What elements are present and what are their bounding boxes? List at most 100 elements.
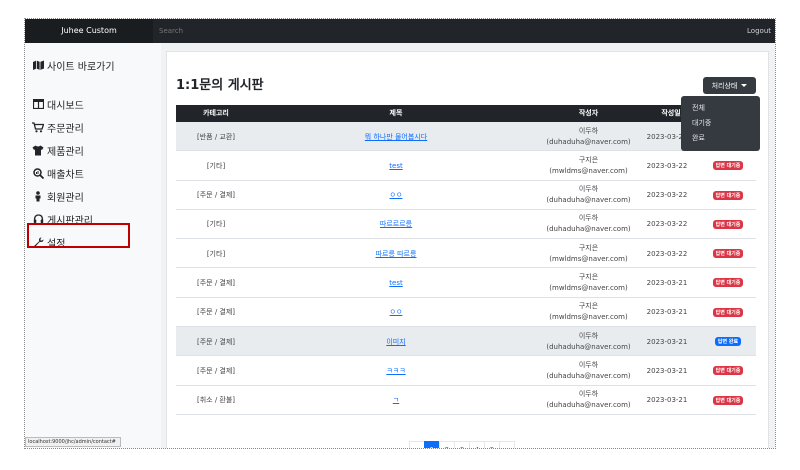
row-title: 이미지 [256,327,536,356]
category-text: [반품 / 교환] [196,132,236,141]
author-name: 이두하 [578,360,599,369]
post-title-link[interactable]: 따르릉 따르릉 [376,249,417,259]
page-5-button[interactable]: 5 [484,441,500,448]
page-3-button[interactable]: 3 [454,441,470,448]
filter-option-all[interactable]: 전체 [681,101,760,116]
table-row[interactable]: [기타] 따르르르릉 이두하 (duhaduha@naver.com) 2023-03-… [176,210,756,240]
table-row[interactable]: [기타] test 구지은 (mwldms@naver.com) 2023-03-22 답… [176,151,756,181]
row-category: [주문 / 결제] [176,356,256,385]
category-text: [기타] [206,220,226,229]
row-date: 2023-03-21 [634,298,700,327]
author-name: 구지은 [578,155,599,164]
author-name: 구지은 [578,243,599,252]
filter-option-done[interactable]: 완료 [681,131,760,146]
sidebar-item-orders[interactable]: 주문관리 [32,118,84,136]
status-badge: 답변 대기중 [712,161,744,171]
logout-link[interactable]: Logout [747,19,771,43]
table-header: 카테고리 제목 작성자 작성일 [176,105,756,122]
author-name: 이두하 [578,331,599,340]
status-filter-button[interactable]: 처리상태 [703,77,756,94]
post-title-link[interactable]: ㅇㅇ [390,307,403,317]
table-row[interactable]: [취소 / 환불] ㄱ 이두하 (duhaduha@naver.com) 2023-03… [176,386,756,415]
inquiry-table: 카테고리 제목 작성자 작성일 [반품 / 교환] 뭐 하나만 물어봅시다 이두하(… [176,105,756,415]
sidebar-item-site-link[interactable]: 사이트 바로가기 [32,56,115,74]
row-category: [기타] [176,151,256,180]
dashboard-icon [32,98,44,110]
date-text: 2023-03-22 [646,220,688,229]
header-author: 작성자 [578,109,599,117]
category-text: [취소 / 환불] [196,396,236,405]
status-badge: 답변 대기중 [712,307,744,317]
author-email: (duhaduha@naver.com) [546,342,631,351]
row-date: 2023-03-22 [634,239,700,268]
table-row[interactable]: [주문 / 결제] test 구지은 (mwldms@naver.com) 2023-0… [176,268,756,298]
post-title-link[interactable]: ㅇㅇ [390,190,403,200]
table-row[interactable]: [기타] 따르릉 따르릉 구지은 (mwldms@naver.com) 2023-03-… [176,239,756,269]
row-date: 2023-03-21 [634,268,700,297]
date-text: 2023-03-22 [646,191,688,200]
row-title: 뭐 하나만 물어봅시다 [256,122,536,151]
main-content: 1:1문의 게시판 처리상태 전체 대기중 완료 카테고리 제목 작성자 작성일… [161,43,775,448]
row-title: 따르르르릉 [256,210,536,239]
row-title: ㅇㅇ [256,181,536,210]
row-status: 답변 대기중 [703,151,753,180]
sidebar-item-label: 대시보드 [47,100,84,112]
post-title-link[interactable]: 이미지 [386,337,405,347]
page-next-button[interactable]: » [499,441,515,448]
table-row[interactable]: [반품 / 교환] 뭐 하나만 물어봅시다 이두하 (duhaduha@naver.c… [176,122,756,152]
filter-option-pending[interactable]: 대기중 [681,116,760,131]
author-name: 구지은 [578,272,599,281]
brand-logo[interactable]: Juhee Custom [25,19,153,43]
sidebar-item-members[interactable]: 회원관리 [32,187,84,205]
map-icon [32,59,44,71]
post-title-link[interactable]: test [389,162,402,170]
page-4-button[interactable]: 4 [469,441,485,448]
status-badge: 답변 대기중 [712,249,744,259]
author-email: (duhaduha@naver.com) [546,225,631,234]
table-row[interactable]: [주문 / 결제] ㅋㅋㅋ 이두하 (duhaduha@naver.com) 2023-… [176,356,756,386]
row-category: [기타] [176,210,256,239]
sidebar-item-sales-chart[interactable]: 매출차트 [32,164,84,182]
post-title-link[interactable]: ㄱ [393,395,399,405]
post-title-link[interactable]: test [389,279,402,287]
sidebar-item-label: 사이트 바로가기 [47,61,115,73]
category-text: [기타] [206,249,226,258]
search-input[interactable] [153,19,741,43]
sidebar-item-dashboard[interactable]: 대시보드 [32,95,84,113]
post-title-link[interactable]: 따르르르릉 [380,219,412,229]
table-row[interactable]: [주문 / 결제] ㅇㅇ 구지은 (mwldms@naver.com) 2023-03-… [176,298,756,328]
author-email: (mwldms@naver.com) [549,254,628,263]
status-badge: 답변 대기중 [712,395,744,405]
status-badge: 답변 대기중 [712,366,744,376]
row-category: [반품 / 교환] [176,122,256,151]
category-text: [주문 / 결제] [196,366,236,375]
sidebar-item-label: 회원관리 [47,192,84,204]
page-1-button[interactable]: 1 [424,441,440,448]
row-date: 2023-03-22 [634,151,700,180]
row-status: 답변 대기중 [703,356,753,385]
browser-viewport: Juhee Custom Logout 사이트 바로가기 대시보드 주문관리 [24,18,776,449]
row-date: 2023-03-21 [634,327,700,356]
sidebar-item-label: 주문관리 [47,123,84,135]
top-navbar: Juhee Custom Logout [25,19,775,43]
row-category: [주문 / 결제] [176,327,256,356]
post-title-link[interactable]: 뭐 하나만 물어봅시다 [365,132,427,142]
table-body: [반품 / 교환] 뭐 하나만 물어봅시다 이두하 (duhaduha@naver.c… [176,122,756,415]
row-status: 답변 완료 [703,327,753,356]
status-filter-label: 처리상태 [711,81,738,90]
row-status: 답변 대기중 [703,268,753,297]
sidebar-item-products[interactable]: 제품관리 [32,141,84,159]
author-name: 이두하 [578,126,599,135]
page-prev-button[interactable]: « [409,441,425,448]
date-text: 2023-03-21 [646,396,688,405]
date-text: 2023-03-22 [646,249,688,258]
sidebar: 사이트 바로가기 대시보드 주문관리 제품관리 매출차트 회원관리 게시판관리 … [25,43,161,448]
author-email: (duhaduha@naver.com) [546,137,631,146]
sidebar-item-label: 제품관리 [47,146,84,158]
row-date: 2023-03-22 [634,210,700,239]
post-title-link[interactable]: ㅋㅋㅋ [386,366,405,376]
page-2-button[interactable]: 2 [439,441,455,448]
table-row[interactable]: [주문 / 결제] ㅇㅇ 이두하 (duhaduha@naver.com) 2023-0… [176,181,756,210]
author-email: (duhaduha@naver.com) [546,371,631,380]
table-row[interactable]: [주문 / 결제] 이미지 이두하 (duhaduha@naver.com) 2023-… [176,327,756,357]
